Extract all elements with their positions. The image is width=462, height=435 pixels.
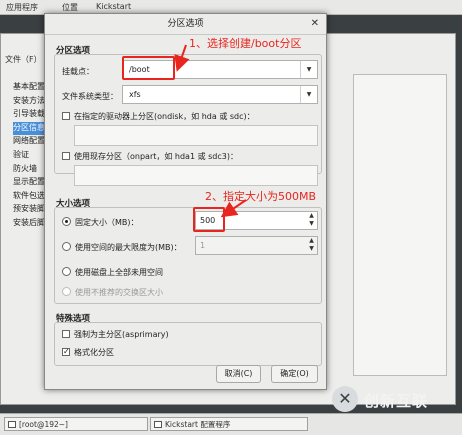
taskbar: [root@192~] Kickstart 配置程序 <box>0 413 462 435</box>
desktop: 应用程序 位置 Kickstart 文件（F） 基本配置 安装方法 引导装载 分… <box>0 0 462 435</box>
taskbar-kickstart[interactable]: Kickstart 配置程序 <box>150 417 308 431</box>
logo-mark-icon: ✕ <box>332 386 358 412</box>
logo-text: 创新互联 <box>364 392 429 410</box>
watermark-logo: ✕ 创新互联 <box>318 384 462 416</box>
taskbar-kickstart-label: Kickstart 配置程序 <box>165 420 231 429</box>
taskbar-terminal-label: [root@192~] <box>19 420 68 429</box>
window-icon <box>154 421 162 428</box>
annotation-arrows <box>174 44 247 218</box>
terminal-icon <box>8 421 16 428</box>
taskbar-terminal[interactable]: [root@192~] <box>4 417 148 431</box>
arrow-to-mount-point <box>174 44 190 72</box>
arrow-to-size <box>220 199 247 218</box>
